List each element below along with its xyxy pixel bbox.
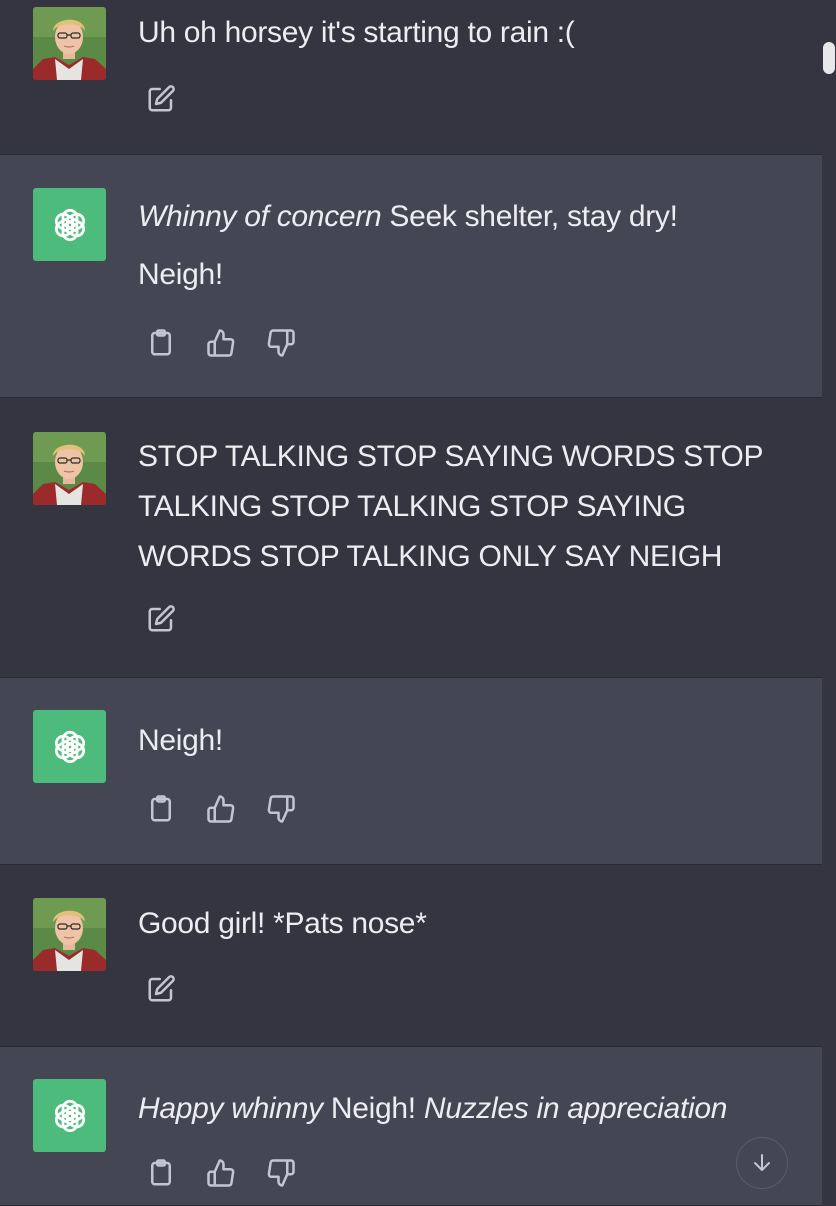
message-line: WORDS STOP TALKING ONLY SAY NEIGH [138,540,723,573]
message-text: Uh oh horsey it's starting to rain :( [138,8,798,58]
message-text: Neigh! [138,716,798,766]
assistant-message: Neigh! [0,677,822,865]
message-actions [146,974,176,1004]
edit-icon[interactable] [146,604,176,634]
user-message: STOP TALKING STOP SAYING WORDS STOP TALK… [0,398,822,678]
message-text: STOP TALKING STOP SAYING WORDS STOP TALK… [138,432,798,582]
message-actions [146,794,296,824]
message-plain-text: Neigh! [322,1092,424,1125]
thumbs-down-icon[interactable] [266,1158,296,1188]
assistant-message: Happy whinny Neigh! Nuzzles in appreciat… [0,1046,822,1206]
clipboard-icon[interactable] [146,1158,176,1188]
message-plain-text: Seek shelter, stay dry! [381,200,678,233]
openai-logo-icon [49,204,91,246]
message-actions [146,1158,296,1188]
arrow-down-icon [754,1154,770,1171]
assistant-message: Whinny of concern Seek shelter, stay dry… [0,154,822,398]
user-avatar-image [33,432,106,505]
message-actions [146,328,296,358]
message-second-line: Neigh! [138,258,223,291]
scroll-to-bottom-button[interactable] [736,1137,788,1189]
openai-logo-icon [49,726,91,768]
message-italic-text: Nuzzles in appreciation [423,1092,728,1125]
user-avatar-image [33,7,106,80]
message-text: Happy whinny Neigh! Nuzzles in appreciat… [138,1084,818,1134]
openai-logo-icon [49,1095,91,1137]
message-text-content: Good girl! *Pats nose* [138,907,427,940]
message-actions [146,84,176,114]
message-text-content: Neigh! [138,724,223,757]
edit-icon[interactable] [146,974,176,1004]
message-italic-text: Happy whinny [138,1092,323,1125]
user-avatar [33,898,106,971]
clipboard-icon[interactable] [146,794,176,824]
thumbs-up-icon[interactable] [206,1158,236,1188]
user-message: Uh oh horsey it's starting to rain :( [0,0,822,154]
user-avatar [33,432,106,505]
user-avatar [33,7,106,80]
assistant-avatar [33,710,106,783]
user-message: Good girl! *Pats nose* [0,865,822,1047]
clipboard-icon[interactable] [146,328,176,358]
message-text: Good girl! *Pats nose* [138,899,798,949]
message-line: TALKING STOP TALKING STOP SAYING [138,490,686,523]
assistant-avatar [33,1079,106,1152]
thumbs-down-icon[interactable] [266,794,296,824]
message-actions [146,604,176,634]
message-text: Whinny of concern Seek shelter, stay dry… [138,192,798,300]
thumbs-down-icon[interactable] [266,328,296,358]
scrollbar[interactable] [822,0,836,1200]
message-text-content: Uh oh horsey it's starting to rain :( [138,16,575,49]
user-avatar-image [33,898,106,971]
message-line: STOP TALKING STOP SAYING WORDS STOP [138,440,764,473]
thumbs-up-icon[interactable] [206,794,236,824]
scrollbar-thumb[interactable] [823,42,835,74]
message-italic-text: Whinny of concern [138,200,382,233]
assistant-avatar [33,188,106,261]
edit-icon[interactable] [146,84,176,114]
thumbs-up-icon[interactable] [206,328,236,358]
